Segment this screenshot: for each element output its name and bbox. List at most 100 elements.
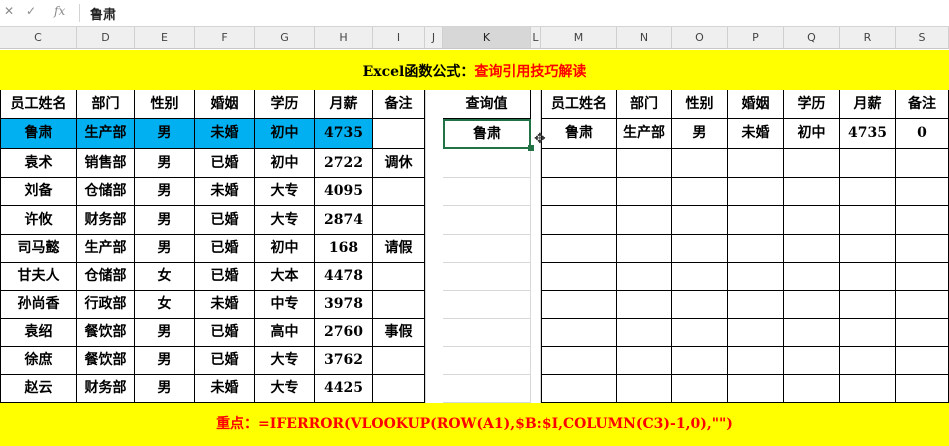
query-empty-cell[interactable]	[443, 206, 531, 235]
column-header-e[interactable]: E	[135, 27, 195, 49]
formula-input[interactable]: 鲁肃	[90, 4, 116, 23]
right-header-cell[interactable]: 婚姻	[728, 90, 784, 119]
right-empty-cell[interactable]	[840, 149, 896, 178]
right-header-cell[interactable]: 备注	[896, 90, 949, 119]
left-table-cell[interactable]: 168	[315, 235, 373, 263]
left-header-cell[interactable]: 部门	[77, 90, 135, 119]
right-empty-cell[interactable]	[728, 347, 784, 375]
right-empty-cell[interactable]	[840, 347, 896, 375]
left-table-cell[interactable]: 仓储部	[77, 178, 135, 206]
right-empty-cell[interactable]	[728, 178, 784, 206]
query-empty-cell[interactable]	[443, 235, 531, 263]
right-empty-cell[interactable]	[784, 319, 840, 347]
right-empty-cell[interactable]	[541, 319, 617, 347]
right-empty-cell[interactable]	[672, 149, 728, 178]
right-empty-cell[interactable]	[784, 347, 840, 375]
left-table-cell[interactable]: 2722	[315, 149, 373, 178]
right-empty-cell[interactable]	[672, 291, 728, 319]
left-table-cell[interactable]: 初中	[255, 149, 315, 178]
right-result-cell[interactable]: 4735	[840, 119, 896, 149]
right-empty-cell[interactable]	[617, 263, 672, 291]
column-header-h[interactable]: H	[315, 27, 373, 49]
query-empty-cell[interactable]	[443, 178, 531, 206]
right-empty-cell[interactable]	[840, 375, 896, 403]
left-table-cell[interactable]: 未婚	[195, 119, 255, 149]
right-empty-cell[interactable]	[784, 206, 840, 235]
left-table-cell[interactable]: 男	[135, 235, 195, 263]
left-header-cell[interactable]: 备注	[373, 90, 425, 119]
left-table-cell[interactable]	[373, 178, 425, 206]
right-empty-cell[interactable]	[617, 235, 672, 263]
left-table-cell[interactable]: 3978	[315, 291, 373, 319]
left-table-cell[interactable]: 大专	[255, 206, 315, 235]
left-table-cell[interactable]: 生产部	[77, 235, 135, 263]
left-table-cell[interactable]: 已婚	[195, 319, 255, 347]
left-table-cell[interactable]: 女	[135, 291, 195, 319]
right-empty-cell[interactable]	[840, 206, 896, 235]
left-table-cell[interactable]: 中专	[255, 291, 315, 319]
right-empty-cell[interactable]	[728, 149, 784, 178]
left-table-cell[interactable]: 财务部	[77, 375, 135, 403]
right-empty-cell[interactable]	[728, 206, 784, 235]
right-empty-cell[interactable]	[617, 206, 672, 235]
right-empty-cell[interactable]	[541, 206, 617, 235]
left-header-cell[interactable]: 员工姓名	[0, 90, 77, 119]
left-table-cell[interactable]: 男	[135, 119, 195, 149]
right-empty-cell[interactable]	[617, 347, 672, 375]
right-empty-cell[interactable]	[672, 319, 728, 347]
query-empty-cell[interactable]	[443, 291, 531, 319]
right-empty-cell[interactable]	[672, 235, 728, 263]
left-table-cell[interactable]: 初中	[255, 119, 315, 149]
right-empty-cell[interactable]	[617, 149, 672, 178]
left-header-cell[interactable]: 性别	[135, 90, 195, 119]
left-table-cell[interactable]: 4095	[315, 178, 373, 206]
right-empty-cell[interactable]	[784, 291, 840, 319]
left-table-cell[interactable]: 女	[135, 263, 195, 291]
close-icon[interactable]: ✕	[4, 4, 14, 18]
check-icon[interactable]: ✓	[26, 4, 36, 18]
active-cell-query-value[interactable]: 鲁肃	[443, 119, 531, 149]
right-empty-cell[interactable]	[896, 178, 949, 206]
right-empty-cell[interactable]	[541, 178, 617, 206]
left-table-cell[interactable]: 未婚	[195, 291, 255, 319]
right-empty-cell[interactable]	[617, 375, 672, 403]
left-table-cell[interactable]: 鲁肃	[0, 119, 77, 149]
left-table-cell[interactable]: 大专	[255, 178, 315, 206]
column-header-i[interactable]: I	[373, 27, 425, 49]
left-table-cell[interactable]: 男	[135, 149, 195, 178]
left-table-cell[interactable]: 已婚	[195, 263, 255, 291]
left-table-cell[interactable]: 初中	[255, 235, 315, 263]
right-empty-cell[interactable]	[896, 206, 949, 235]
right-result-cell[interactable]: 鲁肃	[541, 119, 617, 149]
left-header-cell[interactable]: 婚姻	[195, 90, 255, 119]
left-table-cell[interactable]: 已婚	[195, 206, 255, 235]
right-result-cell[interactable]: 0	[896, 119, 949, 149]
right-result-cell[interactable]: 初中	[784, 119, 840, 149]
left-table-cell[interactable]	[373, 263, 425, 291]
left-table-cell[interactable]: 4735	[315, 119, 373, 149]
right-empty-cell[interactable]	[896, 319, 949, 347]
column-header-s[interactable]: S	[896, 27, 949, 49]
left-table-cell[interactable]: 男	[135, 178, 195, 206]
column-header-k[interactable]: K	[443, 27, 531, 49]
left-table-cell[interactable]: 甘夫人	[0, 263, 77, 291]
left-table-cell[interactable]: 请假	[373, 235, 425, 263]
left-table-cell[interactable]: 生产部	[77, 119, 135, 149]
right-empty-cell[interactable]	[784, 149, 840, 178]
left-table-cell[interactable]: 财务部	[77, 206, 135, 235]
column-header-n[interactable]: N	[617, 27, 672, 49]
left-table-cell[interactable]: 男	[135, 206, 195, 235]
column-header-l[interactable]: L	[531, 27, 541, 49]
left-table-cell[interactable]: 许攸	[0, 206, 77, 235]
left-table-cell[interactable]: 男	[135, 375, 195, 403]
left-table-cell[interactable]: 未婚	[195, 178, 255, 206]
left-table-cell[interactable]: 已婚	[195, 235, 255, 263]
right-result-cell[interactable]: 未婚	[728, 119, 784, 149]
left-header-cell[interactable]: 月薪	[315, 90, 373, 119]
left-header-cell[interactable]: 学历	[255, 90, 315, 119]
left-table-cell[interactable]: 行政部	[77, 291, 135, 319]
fx-icon[interactable]: fx	[54, 4, 65, 18]
left-table-cell[interactable]: 赵云	[0, 375, 77, 403]
left-table-cell[interactable]	[373, 206, 425, 235]
left-table-cell[interactable]: 大专	[255, 347, 315, 375]
